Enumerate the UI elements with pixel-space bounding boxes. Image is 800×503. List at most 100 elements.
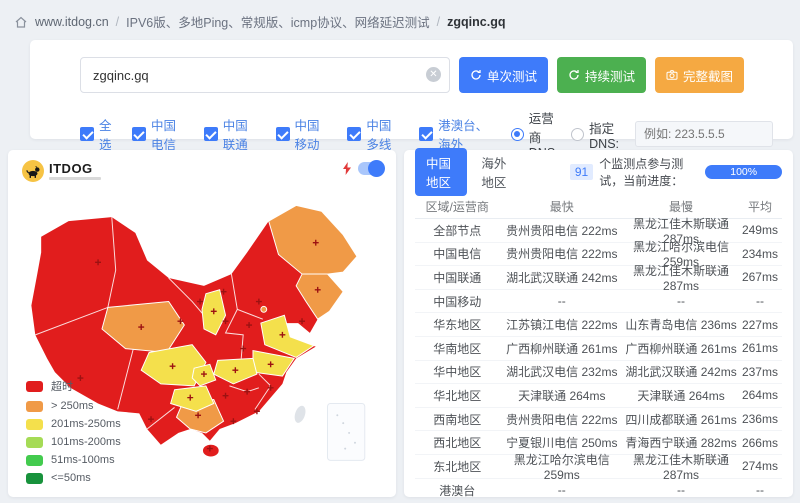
map-panel: ITDOG [8,150,396,497]
radio-icon [571,128,584,141]
search-row: ✕ 单次测试 持续测试 完整截图 [80,57,744,93]
checkbox-label: 中国联通 [223,115,259,153]
breadcrumb-separator: / [116,15,119,29]
breadcrumb-links[interactable]: IPV6版、多地Ping、常规版、icmp协议、网络延迟测试 [126,12,430,31]
breadcrumb-separator: / [437,15,440,29]
cell-slowest: 广西柳州联通 261ms [624,340,738,357]
map-legend: 超时 > 250ms 201ms-250ms 101ms-200ms 51ms-… [26,378,121,484]
legend-item-51-100: 51ms-100ms [26,454,121,466]
radio-icon [511,128,524,141]
cell-slowest: -- [624,483,738,497]
header-average: 平均 [738,198,782,215]
clear-input-icon[interactable]: ✕ [426,67,441,82]
table-row: 西南地区贵州贵阳电信 222ms四川成都联通 261ms236ms [415,408,782,432]
legend-label: 超时 [51,378,73,394]
monitor-count-badge: 91 [570,164,593,180]
refresh-icon [568,69,580,81]
checkbox-label: 中国电信 [151,115,187,153]
table-row: 中国联通湖北武汉联通 242ms黑龙江佳木斯联通 287ms267ms [415,266,782,290]
cell-fastest: -- [499,294,624,308]
cell-region: 中国电信 [415,245,499,262]
checkbox-china-unicom[interactable]: 中国联通 [204,115,259,153]
breadcrumb-current: zgqinc.gq [447,15,505,29]
legend-label: 101ms-200ms [51,436,121,448]
single-test-button[interactable]: 单次测试 [459,57,548,93]
table-row: 东北地区黑龙江哈尔滨电信 259ms黑龙江佳木斯联通 287ms274ms [415,455,782,479]
cell-fastest: 广西柳州联通 261ms [499,340,624,357]
checkbox-china-mobile[interactable]: 中国移动 [276,115,331,153]
cell-slowest: 四川成都联通 261ms [624,411,738,428]
full-screenshot-label: 完整截图 [683,66,733,85]
map-tools [342,162,384,175]
results-panel: 中国地区 海外地区 91 个监测点参与测试，当前进度： 100% 区域/运营商 … [404,150,793,497]
full-screenshot-button[interactable]: 完整截图 [655,57,744,93]
cell-average: 237ms [738,365,782,379]
cell-slowest: 青海西宁联通 282ms [624,434,738,451]
table-row: 中国移动------ [415,290,782,314]
custom-dns-input[interactable] [635,121,773,147]
legend-item-le50: <=50ms [26,472,121,484]
legend-swatch [26,381,43,392]
cell-fastest: 黑龙江哈尔滨电信 259ms [499,451,624,482]
checkbox-icon [132,127,146,141]
cell-region: 华南地区 [415,340,499,357]
results-header: 中国地区 海外地区 91 个监测点参与测试，当前进度： 100% [415,159,782,185]
table-row: 华东地区江苏镇江电信 222ms山东青岛电信 236ms227ms [415,313,782,337]
cell-slowest: 天津联通 264ms [624,387,738,404]
cell-average: 261ms [738,341,782,355]
cell-fastest: 湖北武汉联通 242ms [499,269,624,286]
cell-region: 港澳台 [415,482,499,499]
lightning-icon [342,162,352,175]
cell-average: 234ms [738,247,782,261]
cell-average: 249ms [738,223,782,237]
map-style-toggle[interactable] [358,162,384,175]
header-region: 区域/运营商 [415,198,499,215]
progress-bar: 100% [705,165,782,179]
cell-region: 中国移动 [415,293,499,310]
cell-region: 中国联通 [415,269,499,286]
checkbox-china-telecom[interactable]: 中国电信 [132,115,187,153]
cell-average: 236ms [738,412,782,426]
legend-label: 201ms-250ms [51,418,121,430]
map-region-hainan [203,445,219,457]
checkbox-china-multiline[interactable]: 中国多线 [347,115,402,153]
cell-fastest: -- [499,483,624,497]
continuous-test-button[interactable]: 持续测试 [557,57,646,93]
checkbox-label: 全选 [99,115,115,153]
checkbox-label: 中国移动 [295,115,331,153]
target-host-input[interactable] [80,57,450,93]
cell-slowest: 山东青岛电信 236ms [624,316,738,333]
table-row: 港澳台------ [415,479,782,503]
radio-custom-dns[interactable]: 指定DNS: [571,118,619,151]
breadcrumb-site[interactable]: www.itdog.cn [35,15,109,29]
home-icon [14,15,28,29]
cell-average: -- [738,483,782,497]
checkbox-icon [419,127,433,141]
legend-swatch [26,455,43,466]
cell-region: 华东地区 [415,316,499,333]
cell-average: 274ms [738,459,782,473]
south-china-sea-inset [328,404,365,461]
cell-fastest: 湖北武汉电信 232ms [499,363,624,380]
cell-slowest: 黑龙江佳木斯联通 287ms [624,451,738,482]
search-box: ✕ [80,57,450,93]
cell-average: 264ms [738,388,782,402]
checkbox-select-all[interactable]: 全选 [80,115,115,153]
cell-slowest: 黑龙江佳木斯联通 287ms [624,262,738,293]
camera-icon [666,69,678,81]
header-fastest: 最快 [499,198,624,215]
cell-region: 西北地区 [415,434,499,451]
tab-china-region[interactable]: 中国地区 [415,148,467,196]
checkbox-icon [80,127,94,141]
single-test-label: 单次测试 [487,66,537,85]
map-region-tianjin [261,306,267,312]
logo-text: ITDOG [49,162,101,175]
tab-overseas-region[interactable]: 海外地区 [481,153,511,191]
legend-swatch [26,473,43,484]
cell-slowest: -- [624,294,738,308]
legend-label: > 250ms [51,400,94,412]
table-row: 华北地区天津联通 264ms天津联通 264ms264ms [415,384,782,408]
legend-label: <=50ms [51,472,91,484]
cell-region: 东北地区 [415,458,499,475]
cell-region: 西南地区 [415,411,499,428]
